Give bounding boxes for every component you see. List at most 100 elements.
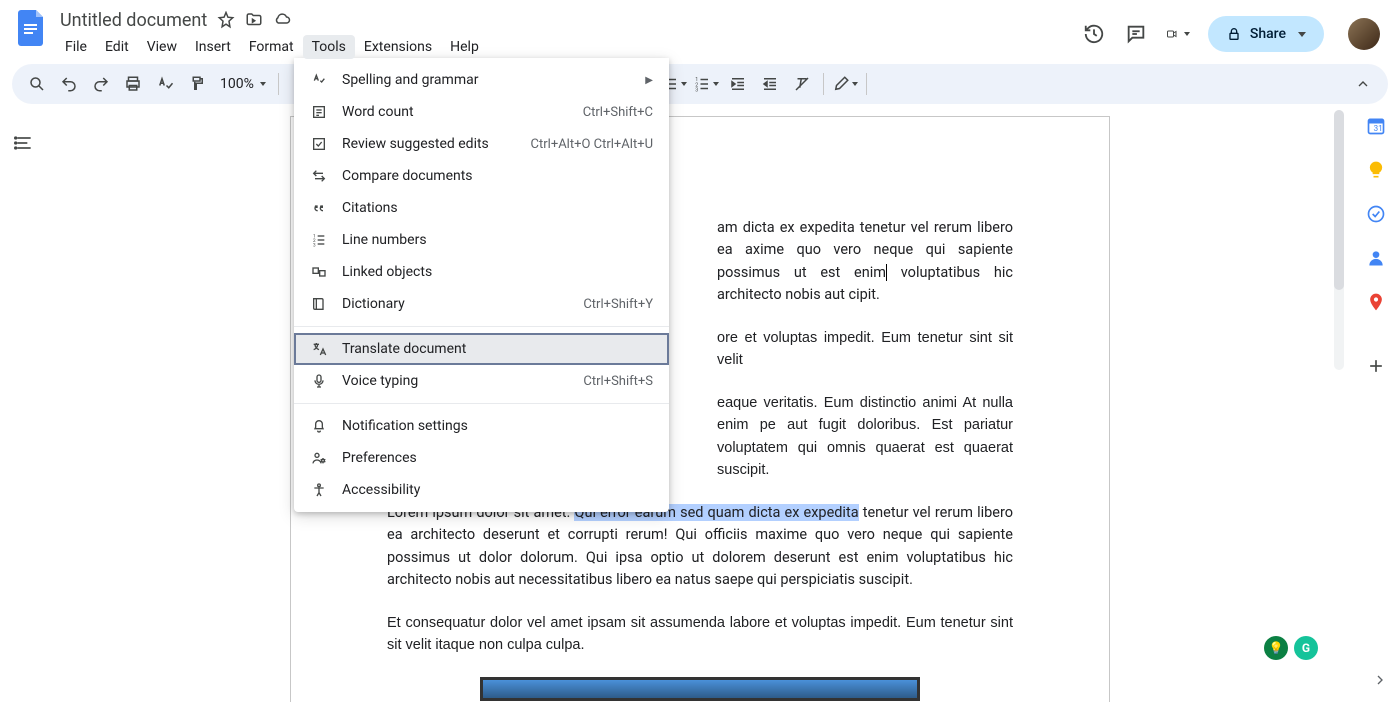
tools-translate[interactable]: Translate document <box>294 333 669 365</box>
add-addon-icon[interactable] <box>1366 356 1386 376</box>
menu-divider <box>294 403 669 404</box>
caret-down-icon <box>1184 32 1190 36</box>
caret-down-icon <box>1298 32 1306 37</box>
menu-tools[interactable]: Tools <box>303 35 355 59</box>
collapse-toolbar-icon[interactable] <box>1348 69 1378 99</box>
extension-badges: 💡 G <box>1264 636 1318 660</box>
menu-item-label: Dictionary <box>342 296 569 312</box>
move-icon[interactable] <box>245 11 263 29</box>
tools-word-count[interactable]: Word countCtrl+Shift+C <box>294 96 669 128</box>
tools-accessibility[interactable]: Accessibility <box>294 474 669 506</box>
tasks-app-icon[interactable] <box>1366 204 1386 224</box>
voice-icon <box>310 372 328 390</box>
document-canvas[interactable]: am dicta ex expedita tenetur vel rerum l… <box>48 104 1352 702</box>
citations-icon <box>310 199 328 217</box>
menu-help[interactable]: Help <box>441 35 488 59</box>
menu-item-label: Preferences <box>342 450 653 466</box>
menu-item-label: Notification settings <box>342 418 653 434</box>
caret-down-icon <box>681 82 687 86</box>
menu-file[interactable]: File <box>56 35 96 59</box>
caret-down-icon <box>852 82 858 86</box>
decrease-indent-icon[interactable] <box>723 69 753 99</box>
translate-icon <box>310 340 328 358</box>
search-menus-icon[interactable] <box>22 69 52 99</box>
tools-preferences[interactable]: Preferences <box>294 442 669 474</box>
shortcut-hint: Ctrl+Shift+Y <box>583 297 653 312</box>
preferences-icon <box>310 449 328 467</box>
numbered-list-icon[interactable]: 123 <box>691 69 721 99</box>
word-count-icon <box>310 103 328 121</box>
zoom-value: 100% <box>220 76 254 92</box>
outline-icon[interactable] <box>9 128 39 158</box>
menu-item-label: Word count <box>342 104 569 120</box>
shortcut-hint: Ctrl+Shift+S <box>583 374 653 389</box>
scrollbar[interactable] <box>1334 110 1344 370</box>
contacts-app-icon[interactable] <box>1366 248 1386 268</box>
tools-notification[interactable]: Notification settings <box>294 410 669 442</box>
separator <box>866 73 867 95</box>
paragraph[interactable]: Lorem ipsum dolor sit amet. Qui error ea… <box>387 502 1013 592</box>
caret-down-icon <box>713 82 719 86</box>
inline-image[interactable] <box>480 677 920 701</box>
lock-icon <box>1226 26 1242 42</box>
menu-item-label: Spelling and grammar <box>342 72 631 88</box>
tools-line-numbers[interactable]: 123Line numbers <box>294 224 669 256</box>
tools-linked[interactable]: Linked objects <box>294 256 669 288</box>
meet-button[interactable] <box>1166 22 1190 46</box>
spellcheck-icon <box>310 71 328 89</box>
history-icon[interactable] <box>1082 22 1106 46</box>
tools-citations[interactable]: Citations <box>294 192 669 224</box>
share-label: Share <box>1250 26 1286 42</box>
scrollbar-thumb[interactable] <box>1334 110 1344 290</box>
spellcheck-icon[interactable] <box>150 69 180 99</box>
svg-text:31: 31 <box>1374 124 1383 134</box>
undo-icon[interactable] <box>54 69 84 99</box>
account-avatar[interactable] <box>1348 18 1380 50</box>
tools-dictionary[interactable]: Dictionary Ctrl+Shift+Y <box>294 288 669 320</box>
paint-format-icon[interactable] <box>182 69 212 99</box>
tools-voice[interactable]: Voice typingCtrl+Shift+S <box>294 365 669 397</box>
menu-format[interactable]: Format <box>240 35 303 59</box>
tools-review[interactable]: Review suggested editsCtrl+Alt+O Ctrl+Al… <box>294 128 669 160</box>
menu-insert[interactable]: Insert <box>186 35 240 59</box>
keep-app-icon[interactable] <box>1366 160 1386 180</box>
submenu-arrow-icon: ▶ <box>645 75 653 86</box>
grammarly-badge[interactable]: G <box>1294 636 1318 660</box>
redo-icon[interactable] <box>86 69 116 99</box>
print-icon[interactable] <box>118 69 148 99</box>
paragraph[interactable]: Et consequatur dolor vel amet ipsam sit … <box>387 612 1013 657</box>
notification-icon <box>310 417 328 435</box>
accessibility-icon <box>310 481 328 499</box>
app-header: Untitled document File Edit View Insert … <box>0 0 1400 62</box>
review-icon <box>310 135 328 153</box>
compare-icon <box>310 167 328 185</box>
tools-compare[interactable]: Compare documents <box>294 160 669 192</box>
svg-text:3: 3 <box>313 243 316 248</box>
increase-indent-icon[interactable] <box>755 69 785 99</box>
docs-logo[interactable] <box>12 8 52 48</box>
dictionary-icon <box>310 295 328 313</box>
caret-down-icon <box>260 82 266 86</box>
expand-side-panel-icon[interactable] <box>1372 672 1388 692</box>
line-numbers-icon: 123 <box>310 231 328 249</box>
calendar-app-icon[interactable]: 31 <box>1366 116 1386 136</box>
shortcut-hint: Ctrl+Alt+O Ctrl+Alt+U <box>531 137 653 152</box>
cloud-status-icon[interactable] <box>273 11 291 29</box>
zoom-select[interactable]: 100% <box>214 76 272 92</box>
tools-spellcheck[interactable]: Spelling and grammar ▶ <box>294 64 669 96</box>
document-title[interactable]: Untitled document <box>60 10 207 31</box>
star-icon[interactable] <box>217 11 235 29</box>
menu-item-label: Translate document <box>342 341 653 357</box>
left-rail <box>0 104 48 702</box>
menu-extensions[interactable]: Extensions <box>355 35 441 59</box>
share-button[interactable]: Share <box>1208 16 1324 52</box>
editing-mode-icon[interactable] <box>830 69 860 99</box>
extension-badge[interactable]: 💡 <box>1264 636 1288 660</box>
comments-icon[interactable] <box>1124 22 1148 46</box>
separator <box>278 73 279 95</box>
menu-edit[interactable]: Edit <box>96 35 138 59</box>
menu-view[interactable]: View <box>138 35 186 59</box>
menu-item-label: Linked objects <box>342 264 653 280</box>
maps-app-icon[interactable] <box>1366 292 1386 312</box>
clear-format-icon[interactable] <box>787 69 817 99</box>
